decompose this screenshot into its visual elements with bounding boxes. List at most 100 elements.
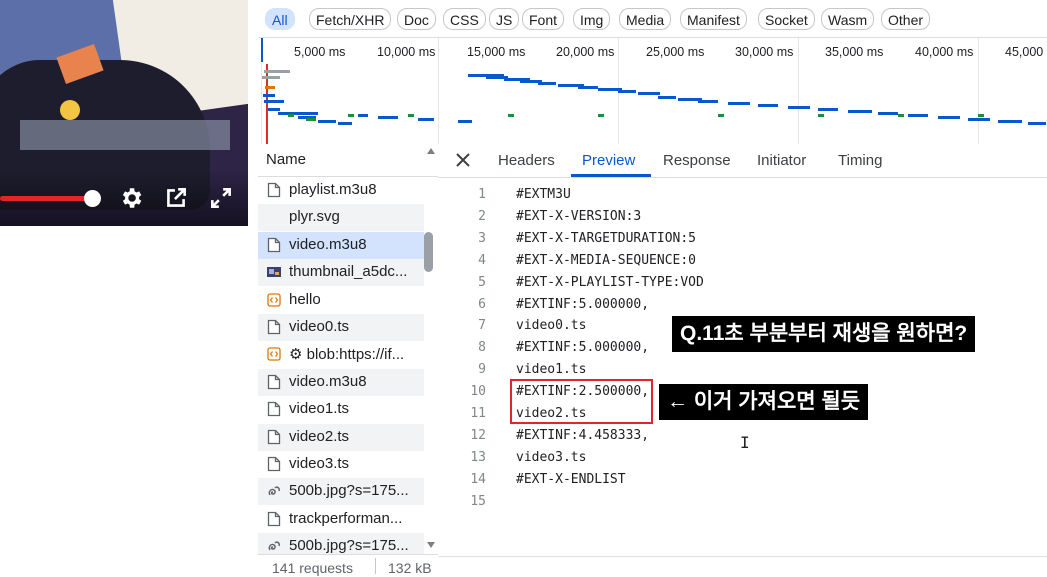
request-row[interactable]: video.m3u8 — [258, 368, 424, 396]
timeline-request-bar — [288, 114, 294, 117]
request-list-header: Name — [258, 144, 438, 177]
filter-chip-js[interactable]: JS — [489, 8, 520, 30]
tab-initiator[interactable]: Initiator — [757, 152, 806, 169]
scrollbar-thumb[interactable] — [424, 232, 433, 272]
fullscreen-icon[interactable] — [208, 185, 234, 211]
timeline-request-bar — [538, 82, 556, 85]
line-text[interactable]: video1.ts — [516, 362, 586, 377]
script-icon — [267, 346, 281, 362]
timeline-request-bar — [968, 118, 990, 121]
filter-chip-font[interactable]: Font — [522, 8, 565, 30]
tab-preview[interactable]: Preview — [582, 152, 635, 169]
filter-chip-other[interactable]: Other — [881, 8, 931, 30]
scroll-down-arrow-icon[interactable] — [426, 541, 436, 549]
request-list-panel: Name playlist.m3u8 plyr.svg video.m3u8 thum… — [258, 144, 439, 577]
line-number: 1 — [478, 187, 486, 202]
timeline-request-bar — [788, 106, 810, 109]
image-thumbnail-icon — [267, 264, 281, 280]
request-name: ⚙ blob:https://if... — [289, 346, 405, 364]
line-number: 9 — [478, 362, 486, 378]
timeline-request-bar — [578, 86, 598, 89]
request-name: hello — [289, 290, 321, 308]
line-text[interactable]: #EXTM3U — [516, 187, 571, 202]
image-link-icon — [267, 483, 281, 499]
filter-chip-fetch-xhr[interactable]: Fetch/XHR — [309, 8, 392, 30]
timeline-request-bar — [278, 112, 318, 115]
tab-headers[interactable]: Headers — [498, 152, 555, 169]
line-text[interactable]: #EXTINF:4.458333, — [516, 428, 649, 443]
popout-icon[interactable] — [163, 185, 189, 211]
filter-chip-manifest[interactable]: Manifest — [680, 8, 747, 30]
timeline-request-bar — [898, 114, 904, 117]
request-count: 141 requests — [272, 560, 353, 576]
request-row[interactable]: playlist.m3u8 — [258, 177, 424, 204]
request-summary-bar: 141 requests 132 kB — [258, 554, 438, 577]
timeline-tick-label: 25,000 ms — [646, 45, 705, 59]
request-row[interactable]: trackperforman... — [258, 506, 424, 533]
timeline-request-bar — [758, 104, 778, 107]
code-line: 15 — [438, 491, 1047, 513]
scroll-up-arrow-icon[interactable] — [426, 147, 436, 155]
code-line: 9 video1.ts — [438, 359, 1047, 381]
close-icon[interactable] — [452, 149, 474, 171]
document-icon — [267, 182, 281, 198]
request-row[interactable]: plyr.svg — [258, 204, 424, 232]
progress-thumb[interactable] — [84, 190, 101, 207]
request-name: video.m3u8 — [289, 235, 367, 253]
line-number: 11 — [470, 406, 486, 421]
filter-chip-socket[interactable]: Socket — [758, 8, 815, 30]
line-text[interactable]: #EXTINF:5.000000, — [516, 340, 649, 355]
timeline-request-bar — [998, 120, 1022, 123]
video-frame-shape — [60, 100, 80, 120]
filter-chip-wasm[interactable]: Wasm — [821, 8, 875, 30]
request-list-scrollbar[interactable] — [424, 144, 438, 554]
request-row[interactable]: thumbnail_a5dc... — [258, 259, 424, 287]
timeline-gridline — [978, 38, 979, 145]
tab-response[interactable]: Response — [663, 152, 731, 169]
timeline-request-bar — [338, 122, 352, 125]
line-text[interactable]: #EXTINF:5.000000, — [516, 297, 649, 312]
request-row[interactable]: video0.ts — [258, 314, 424, 341]
filter-chip-all[interactable]: All — [265, 8, 295, 30]
request-row[interactable]: video1.ts — [258, 396, 424, 423]
request-row[interactable]: hello — [258, 287, 424, 314]
text-cursor-icon: I — [740, 433, 750, 452]
line-number: 6 — [478, 296, 486, 312]
code-line: 2 #EXT-X-VERSION:3 — [438, 206, 1047, 228]
name-column-header[interactable]: Name — [266, 151, 306, 168]
timeline-tick-label: 10,000 ms — [377, 45, 436, 59]
timeline-request-bar — [264, 100, 284, 103]
request-row[interactable]: video2.ts — [258, 423, 424, 451]
filter-chip-media[interactable]: Media — [619, 8, 672, 30]
request-row[interactable]: video3.ts — [258, 451, 424, 478]
request-row[interactable]: ⚙ blob:https://if... — [258, 341, 424, 368]
timeline-tick-label: 35,000 ms — [825, 45, 884, 59]
document-icon — [267, 401, 281, 417]
request-name: thumbnail_a5dc... — [289, 263, 408, 281]
line-text[interactable]: #EXT-X-VERSION:3 — [516, 209, 641, 224]
filter-chip-img[interactable]: Img — [573, 8, 611, 30]
network-timeline-overview[interactable]: 5,000 ms 10,000 ms 15,000 ms 20,000 ms 2… — [258, 37, 1047, 146]
line-text[interactable]: #EXT-X-MEDIA-SEQUENCE:0 — [516, 253, 696, 268]
code-line: 6 #EXTINF:5.000000, — [438, 294, 1047, 316]
timeline-request-bar — [265, 86, 275, 89]
document-icon — [267, 374, 281, 390]
request-name: video2.ts — [289, 427, 350, 445]
line-text[interactable]: video3.ts — [516, 450, 586, 465]
filter-chip-css[interactable]: CSS — [443, 8, 486, 30]
request-row[interactable]: video.m3u8 — [258, 231, 424, 259]
panel-bottom-divider — [438, 556, 1047, 557]
line-text[interactable]: #EXT-X-ENDLIST — [516, 472, 626, 487]
request-row[interactable]: 500b.jpg?s=175... — [258, 478, 424, 506]
highlight-box — [510, 379, 653, 424]
timeline-tick-label: 20,000 ms — [556, 45, 615, 59]
gear-icon[interactable] — [118, 185, 144, 211]
video-player[interactable] — [0, 0, 248, 226]
timeline-request-bar — [348, 114, 354, 117]
line-text[interactable]: #EXT-X-TARGETDURATION:5 — [516, 231, 696, 246]
line-text[interactable]: #EXT-X-PLAYLIST-TYPE:VOD — [516, 275, 704, 290]
progress-bar[interactable] — [0, 196, 92, 201]
line-text[interactable]: video0.ts — [516, 318, 586, 333]
tab-timing[interactable]: Timing — [838, 152, 882, 169]
filter-chip-doc[interactable]: Doc — [397, 8, 436, 30]
